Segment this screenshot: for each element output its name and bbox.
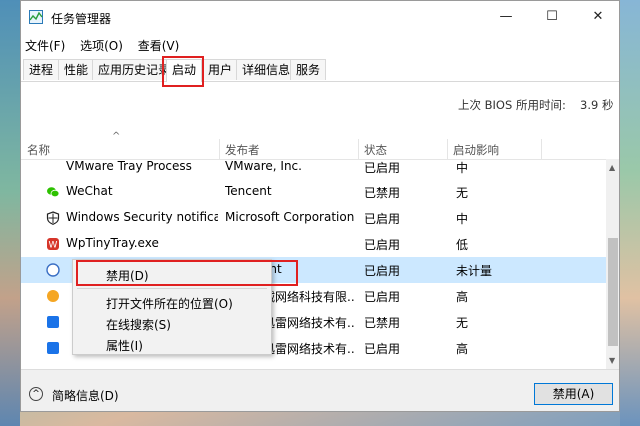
scroll-up-icon[interactable]: ▲ <box>609 163 615 172</box>
menu-file[interactable]: 文件(F) <box>25 39 65 53</box>
row-impact: 无 <box>456 186 469 200</box>
task-manager-icon <box>29 10 43 24</box>
row-status: 已禁用 <box>364 316 401 330</box>
tab-users[interactable]: 用户 <box>202 59 239 80</box>
shield-icon <box>46 211 60 225</box>
window-title: 任务管理器 <box>51 12 112 26</box>
desktop-background-left <box>0 0 20 426</box>
row-status: 已启用 <box>364 290 401 304</box>
bios-time-label: 上次 BIOS 所用时间: <box>458 98 566 112</box>
footer-bar: ^ 简略信息(D) 禁用(A) <box>21 369 619 411</box>
row-name: VMware Tray Process <box>66 159 192 173</box>
desktop-background-right <box>620 0 640 426</box>
row-impact: 无 <box>456 316 469 330</box>
wechat-icon <box>47 187 60 198</box>
menu-view[interactable]: 查看(V) <box>138 39 180 53</box>
disable-button[interactable]: 禁用(A) <box>534 383 613 405</box>
row-impact: 高 <box>456 290 469 304</box>
startup-tab-highlight <box>162 56 204 87</box>
row-name: Windows Security notifica... <box>66 210 218 224</box>
tab-strip: 进程 性能 应用历史记录 启动 用户 详细信息 服务 <box>21 59 619 82</box>
svg-text:W: W <box>49 241 58 251</box>
row-status: 已启用 <box>364 342 401 356</box>
row-status: 已启用 <box>364 212 401 226</box>
row-publisher: VMware, Inc. <box>225 159 302 173</box>
close-button[interactable]: ✕ <box>575 1 619 33</box>
context-open-file-location[interactable]: 打开文件所在的位置(O) <box>106 295 233 312</box>
context-properties[interactable]: 属性(I) <box>106 337 143 354</box>
tab-services[interactable]: 服务 <box>290 59 327 80</box>
row-publisher: Tencent <box>225 184 272 198</box>
table-row[interactable]: VMware Tray Process VMware, Inc. 已启用 中 <box>21 154 606 180</box>
row-publisher: Microsoft Corporation <box>225 210 355 224</box>
scrollbar-thumb[interactable] <box>608 238 618 346</box>
scroll-down-icon[interactable]: ▼ <box>609 356 615 365</box>
wps-icon: W <box>47 238 59 251</box>
table-row[interactable]: W WpTinyTray.exe 已启用 低 <box>21 231 606 257</box>
tab-details[interactable]: 详细信息 <box>236 59 297 80</box>
tab-processes[interactable]: 进程 <box>23 59 60 80</box>
menu-options[interactable]: 选项(O) <box>80 39 123 53</box>
huorong-icon <box>47 290 59 302</box>
xunlei-icon <box>47 316 59 328</box>
xunlei-icon <box>47 342 59 354</box>
row-name: WpTinyTray.exe <box>66 236 159 250</box>
maximize-button[interactable]: ☐ <box>529 1 575 33</box>
fewer-details-link[interactable]: 简略信息(D) <box>52 387 119 404</box>
row-impact: 中 <box>456 212 469 226</box>
menu-bar: 文件(F) 选项(O) 查看(V) <box>25 37 190 57</box>
table-row[interactable]: Windows Security notifica... Microsoft C… <box>21 205 606 231</box>
row-impact: 未计量 <box>456 264 493 278</box>
row-status: 已启用 <box>364 238 401 252</box>
row-impact: 中 <box>456 161 469 175</box>
row-impact: 低 <box>456 238 469 252</box>
task-manager-window: 任务管理器 — ☐ ✕ 文件(F) 选项(O) 查看(V) 进程 性能 应用历史… <box>20 0 620 412</box>
title-bar[interactable]: 任务管理器 — ☐ ✕ <box>21 1 619 33</box>
row-status: 已禁用 <box>364 186 401 200</box>
context-separator <box>77 288 267 289</box>
bios-time-value: 3.9 秒 <box>580 98 614 112</box>
chevron-up-icon[interactable]: ^ <box>29 387 43 401</box>
tab-performance[interactable]: 性能 <box>58 59 95 80</box>
row-status: 已启用 <box>364 264 401 278</box>
minimize-button[interactable]: — <box>483 1 529 33</box>
disable-item-highlight <box>76 260 298 286</box>
app-icon <box>46 263 60 277</box>
context-search-online[interactable]: 在线搜索(S) <box>106 316 171 333</box>
row-status: 已启用 <box>364 161 401 175</box>
row-impact: 高 <box>456 342 469 356</box>
row-name: WeChat <box>66 184 113 198</box>
table-row[interactable]: WeChat Tencent 已禁用 无 <box>21 179 606 205</box>
